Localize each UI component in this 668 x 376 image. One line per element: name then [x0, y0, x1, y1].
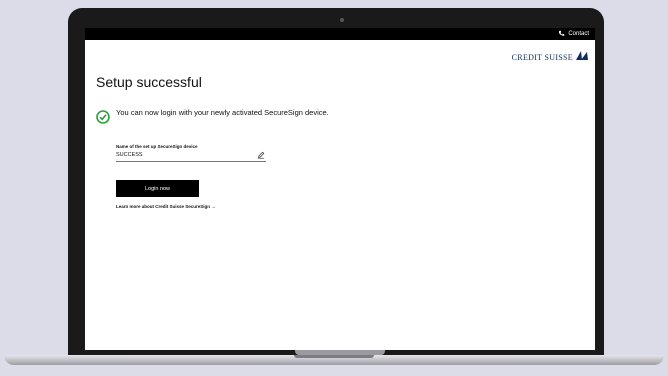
device-name-value: SUCCESS: [116, 152, 143, 158]
device-name-label: Name of the set up SecureSign device: [116, 144, 198, 149]
success-message: You can now login with your newly activa…: [116, 108, 329, 117]
device-name-underline: [116, 161, 266, 162]
phone-icon: [559, 30, 565, 36]
sails-icon: [576, 51, 588, 60]
logo-text: CREDIT SUISSE: [511, 53, 573, 62]
contact-link[interactable]: Contact: [558, 30, 589, 37]
page-title: Setup successful: [96, 74, 202, 90]
check-circle-icon: [96, 110, 110, 124]
contact-label: Contact: [568, 30, 589, 37]
screen: Contact CREDIT SUISSE Setup successful Y…: [85, 28, 595, 350]
success-message-row: You can now login with your newly activa…: [96, 108, 356, 124]
credit-suisse-logo: CREDIT SUISSE: [512, 50, 589, 62]
top-bar: Contact: [85, 28, 595, 40]
edit-icon[interactable]: [257, 151, 265, 159]
camera-dot: [340, 18, 344, 22]
learn-more-link[interactable]: Learn more about Credit Suisse SecureSig…: [116, 204, 216, 209]
login-now-button[interactable]: Login now: [116, 180, 199, 197]
laptop-base-notch: [294, 355, 374, 358]
